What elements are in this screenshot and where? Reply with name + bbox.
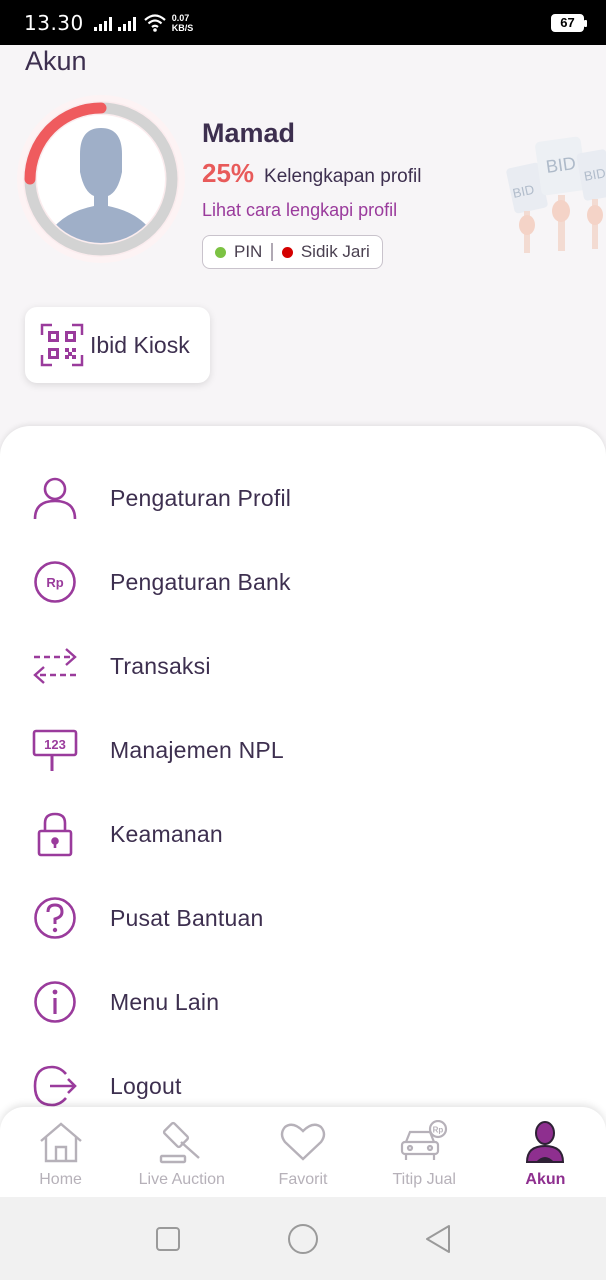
menu-item-security[interactable]: Keamanan bbox=[0, 792, 606, 876]
nav-label: Akun bbox=[525, 1171, 566, 1188]
recent-apps-button[interactable] bbox=[143, 1214, 193, 1264]
transfer-arrows-icon bbox=[30, 641, 80, 691]
menu-label: Keamanan bbox=[110, 820, 223, 847]
bid-signs-illustration: BID BID BID bbox=[506, 136, 606, 253]
pill-divider bbox=[271, 243, 273, 261]
heart-icon bbox=[280, 1119, 326, 1165]
menu-label: Pusat Bantuan bbox=[110, 904, 264, 931]
person-icon bbox=[30, 473, 80, 523]
network-speed-unit: KB/S bbox=[171, 22, 194, 33]
nav-label: Live Auction bbox=[138, 1171, 225, 1188]
menu-item-npl-management[interactable]: 123 Manajemen NPL bbox=[0, 708, 606, 792]
fingerprint-status-dot bbox=[281, 246, 293, 258]
back-button[interactable] bbox=[413, 1214, 463, 1264]
wifi-icon bbox=[144, 13, 166, 32]
profile-name: Mamad bbox=[202, 118, 296, 148]
nav-label: Titip Jual bbox=[392, 1171, 456, 1188]
qr-code-icon bbox=[40, 323, 84, 367]
network-speed-value: 0.07 bbox=[171, 12, 190, 23]
menu-item-transactions[interactable]: Transaksi bbox=[0, 624, 606, 708]
pin-status-dot bbox=[215, 246, 226, 258]
nav-label: Home bbox=[39, 1171, 82, 1188]
menu-label: Menu Lain bbox=[110, 988, 220, 1015]
bottom-navigation: Home Live Auction Favorit Rp Titip Jual … bbox=[0, 1107, 606, 1197]
menu-item-profile-settings[interactable]: Pengaturan Profil bbox=[0, 456, 606, 540]
nav-label: Favorit bbox=[278, 1171, 328, 1188]
battery-level: 67 bbox=[560, 15, 575, 30]
status-time: 13.30 bbox=[24, 10, 84, 35]
nav-favorite[interactable]: Favorit bbox=[242, 1107, 363, 1197]
menu-item-bank-settings[interactable]: Rp Pengaturan Bank bbox=[0, 540, 606, 624]
complete-profile-link[interactable]: Lihat cara lengkapi profil bbox=[202, 200, 397, 221]
completion-label: Kelengkapan profil bbox=[264, 166, 422, 187]
nav-home[interactable]: Home bbox=[0, 1107, 121, 1197]
fingerprint-label: Sidik Jari bbox=[300, 242, 370, 261]
avatar[interactable] bbox=[14, 92, 188, 266]
menu-label: Manajemen NPL bbox=[110, 736, 284, 763]
completion-percent: 25% bbox=[202, 158, 255, 188]
info-icon bbox=[30, 977, 80, 1027]
car-rp-icon-text: Rp bbox=[433, 1126, 444, 1135]
menu-item-other-menu[interactable]: Menu Lain bbox=[0, 960, 606, 1044]
profile-completion: 25% Kelengkapan profil bbox=[202, 158, 421, 189]
gavel-icon bbox=[159, 1119, 205, 1165]
menu-label: Pengaturan Profil bbox=[110, 484, 292, 511]
system-navigation-bar bbox=[0, 1197, 606, 1280]
bid-sign-text-2: BID bbox=[545, 153, 578, 177]
pin-label: PIN bbox=[234, 242, 263, 261]
rupiah-icon-text: Rp bbox=[46, 575, 63, 590]
nav-account[interactable]: Akun bbox=[485, 1107, 606, 1197]
car-rp-icon: Rp bbox=[400, 1119, 448, 1165]
padlock-icon bbox=[30, 809, 80, 859]
home-button[interactable] bbox=[278, 1214, 328, 1264]
security-status-pill[interactable]: PIN Sidik Jari bbox=[202, 235, 383, 269]
question-icon bbox=[30, 893, 80, 943]
npl-sign-icon: 123 bbox=[30, 725, 80, 775]
menu-item-help-center[interactable]: Pusat Bantuan bbox=[0, 876, 606, 960]
signal-icon bbox=[93, 15, 112, 31]
status-bar: 13.30 0.07 KB/S 67 bbox=[0, 0, 606, 45]
account-menu: Pengaturan Profil Rp Pengaturan Bank Tra… bbox=[0, 426, 606, 1146]
nav-consign[interactable]: Rp Titip Jual bbox=[364, 1107, 485, 1197]
rupiah-icon: Rp bbox=[30, 557, 80, 607]
page-title: Akun bbox=[25, 46, 87, 76]
menu-label: Transaksi bbox=[110, 652, 211, 679]
npl-icon-text: 123 bbox=[44, 737, 66, 752]
menu-label: Pengaturan Bank bbox=[110, 568, 291, 595]
battery-icon: 67 bbox=[551, 13, 587, 32]
ibid-kiosk-label: Ibid Kiosk bbox=[90, 331, 190, 358]
logout-icon bbox=[30, 1061, 80, 1111]
ibid-kiosk-button[interactable]: Ibid Kiosk bbox=[25, 307, 210, 383]
menu-label: Logout bbox=[110, 1072, 182, 1099]
signal-icon-2 bbox=[117, 15, 136, 31]
account-icon bbox=[524, 1119, 566, 1165]
nav-live-auction[interactable]: Live Auction bbox=[121, 1107, 242, 1197]
network-speed: 0.07 KB/S bbox=[172, 13, 194, 33]
home-icon bbox=[39, 1119, 83, 1165]
